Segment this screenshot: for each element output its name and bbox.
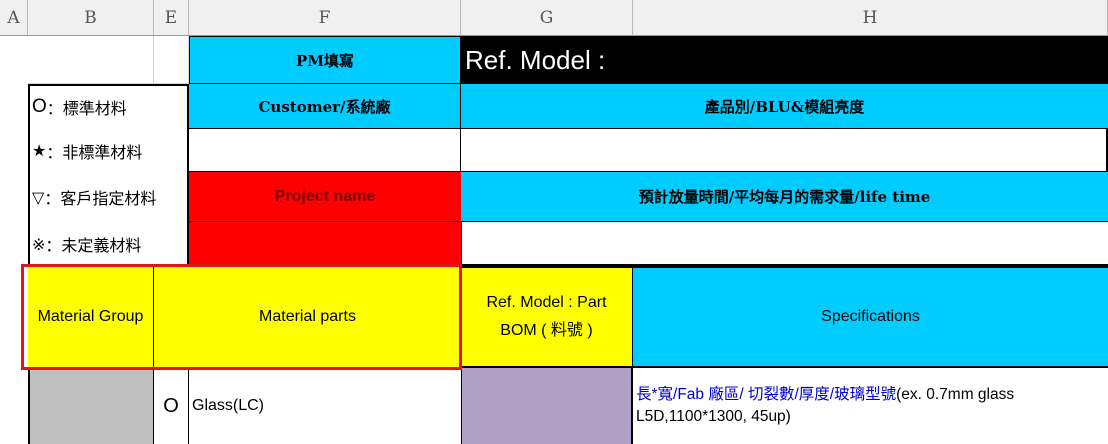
undefined-text: ：未定義材料 (45, 236, 142, 255)
column-header-e[interactable]: E (154, 0, 189, 36)
column-header-g[interactable]: G (461, 0, 633, 36)
reference-mark-icon: ※ (32, 234, 46, 254)
cell-b1[interactable] (28, 36, 154, 84)
project-name-value-cell[interactable] (189, 222, 461, 266)
spreadsheet: A B E F G H PM填寫 Ref. Model : O ：標準材料 ★ ：非… (0, 0, 1108, 444)
legend-customer-specified[interactable]: ▽ ：客戶指定材料 (28, 172, 189, 222)
ref-model-bom-line1: Ref. Model : Part (486, 294, 607, 311)
column-header-f[interactable]: F (189, 0, 461, 36)
ref-model-cell[interactable]: Ref. Model : (461, 36, 1108, 84)
legend-non-standard[interactable]: ★ ：非標準材料 (28, 129, 189, 172)
customer-label[interactable]: Customer/系統廠 (189, 84, 461, 129)
column-header-h[interactable]: H (633, 0, 1108, 36)
schedule-label[interactable]: 預計放量時間/平均每月的需求量/life time (461, 172, 1108, 222)
ref-model-bom-header[interactable]: Ref. Model : Part BOM ( 料號 ) (461, 266, 633, 368)
ref-model-bom-line2: BOM ( 料號 ) (500, 322, 593, 339)
material-group-cell[interactable] (28, 368, 154, 444)
customer-value-cell[interactable] (189, 129, 461, 172)
triangle-down-icon: ▽ (32, 187, 45, 207)
material-part-cell[interactable]: Glass(LC) (189, 368, 461, 444)
row-status-symbol[interactable]: O (154, 368, 189, 444)
spec-line-1: 長*寬/Fab 廠區/ 切裂數/厚度/玻璃型號(ex. 0.7mm glass (636, 384, 1014, 406)
material-parts-header[interactable]: Material parts (154, 266, 461, 368)
specifications-header[interactable]: Specifications (633, 266, 1108, 368)
non-standard-text: ：非標準材料 (46, 142, 143, 162)
column-header-b[interactable]: B (28, 0, 154, 36)
spec-line-2: L5D,1100*1300, 45up) (636, 408, 791, 425)
product-type-value-cell[interactable] (461, 129, 1108, 172)
schedule-value-cell[interactable] (461, 222, 1108, 266)
bom-part-cell[interactable] (461, 368, 633, 444)
legend-undefined[interactable]: ※ ：未定義材料 (28, 222, 189, 266)
column-header-a[interactable]: A (0, 0, 28, 36)
spec-description: 長*寬/Fab 廠區/ 切裂數/厚度/玻璃型號 (636, 386, 897, 403)
cell-e1[interactable] (154, 36, 189, 84)
pm-fill-label[interactable]: PM填寫 (189, 36, 461, 84)
standard-symbol: O (32, 95, 47, 117)
legend-standard[interactable]: O ：標準材料 (28, 84, 189, 129)
project-name-label[interactable]: Project name (189, 172, 461, 222)
specifications-cell[interactable]: 長*寬/Fab 廠區/ 切裂數/厚度/玻璃型號(ex. 0.7mm glass … (633, 368, 1108, 444)
star-icon: ★ (32, 141, 47, 160)
customer-specified-text: ：客戶指定材料 (44, 189, 157, 208)
ref-model-label: Ref. Model : (465, 44, 606, 75)
product-type-label[interactable]: 產品別/BLU&模組亮度 (461, 84, 1108, 129)
spec-example: (ex. 0.7mm glass (896, 386, 1015, 403)
material-group-header[interactable]: Material Group (28, 266, 154, 368)
standard-text: ：標準材料 (46, 98, 127, 118)
